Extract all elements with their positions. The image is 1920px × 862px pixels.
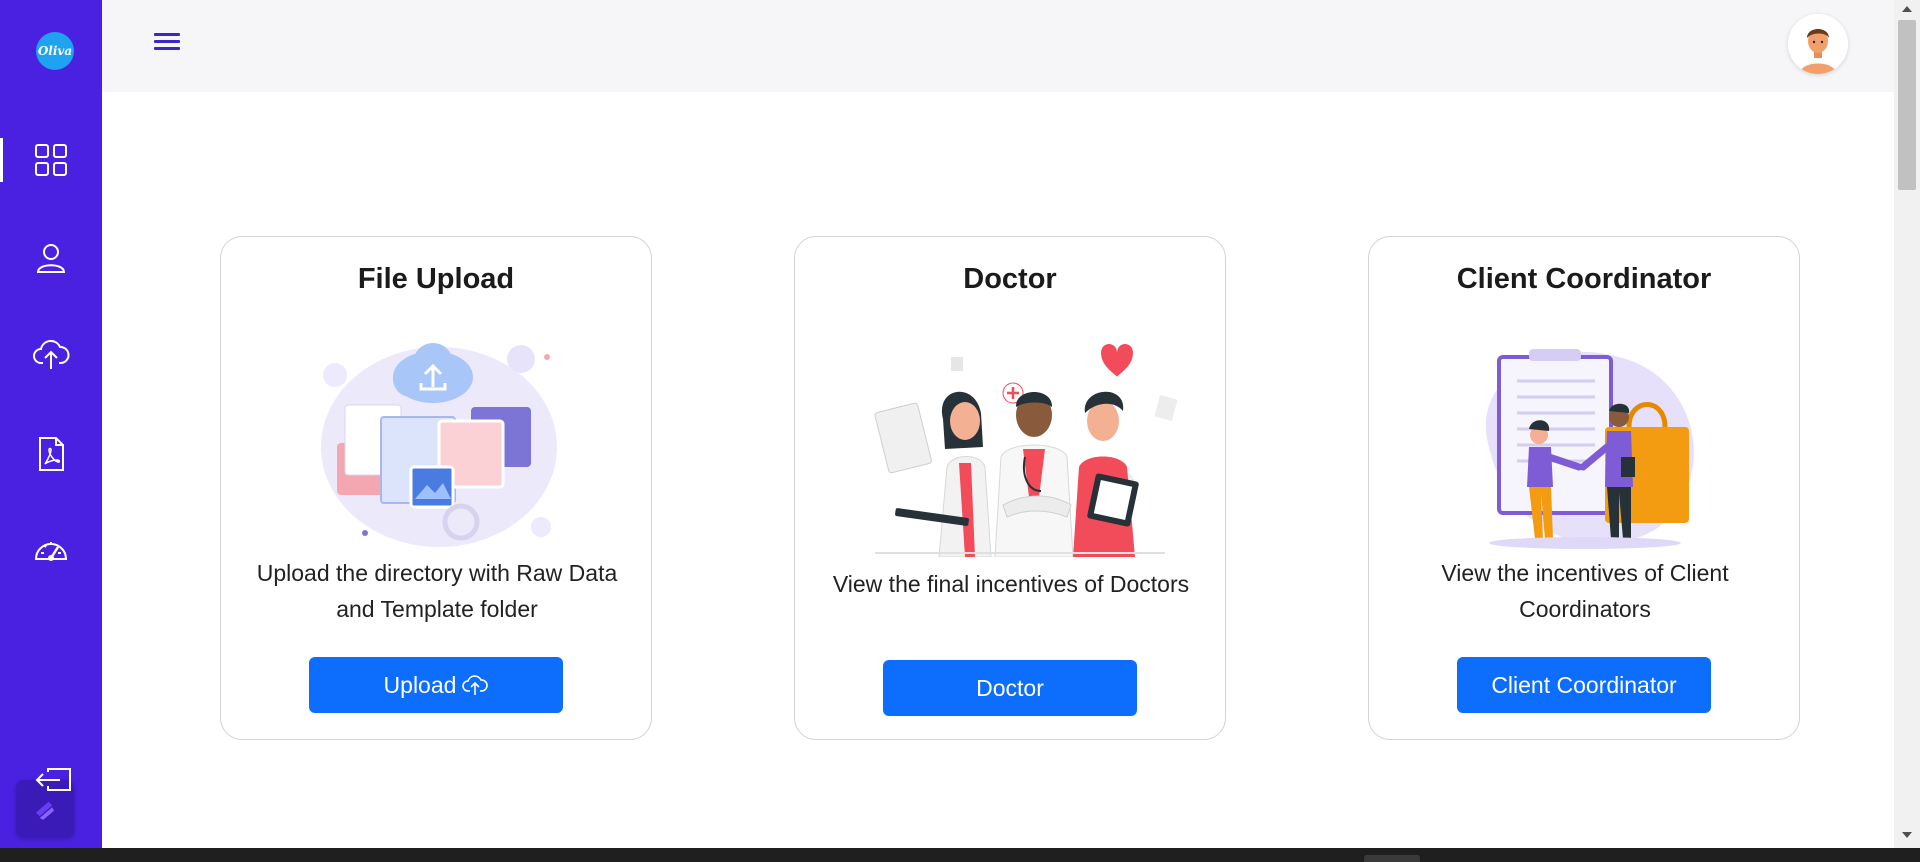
app-root: Oliva File Upload Upload the directory w…: [0, 0, 1920, 862]
doctor-button-label: Doctor: [976, 674, 1044, 701]
doctors-team-illustration: [874, 344, 1178, 557]
logo-text: Oliva: [37, 44, 73, 58]
taskbar: [0, 848, 1920, 862]
card-title: Doctor: [963, 263, 1057, 295]
user-avatar-icon: [1788, 14, 1848, 74]
upload-button-label: Upload: [383, 671, 457, 698]
card-description: Upload the directory with Raw Data and T…: [256, 560, 618, 622]
card-description: View the incentives of Client Coordinato…: [1441, 560, 1729, 622]
speedometer-icon: [34, 542, 68, 561]
vertical-scrollbar[interactable]: [1894, 0, 1920, 848]
sidebar-item-performance[interactable]: [0, 520, 102, 580]
cloud-upload-icon: [33, 339, 70, 369]
sidebar-item-profile[interactable]: [0, 228, 102, 288]
doctor-button[interactable]: Doctor: [883, 660, 1137, 716]
scroll-down-arrow-icon[interactable]: [1902, 832, 1912, 838]
sidebar-item-dashboard[interactable]: [0, 130, 102, 190]
user-avatar[interactable]: [1788, 14, 1848, 74]
scroll-up-arrow-icon[interactable]: [1902, 6, 1912, 12]
file-upload-card: File Upload Upload the directory with Ra…: [220, 236, 652, 740]
card-title: Client Coordinator: [1456, 263, 1712, 295]
card-description: View the final incentives of Doctors: [832, 571, 1190, 597]
client-coordinator-card: Client Coordinator View the incentives o…: [1368, 236, 1800, 740]
hamburger-menu-icon[interactable]: [154, 30, 182, 54]
sidebar-item-pdf[interactable]: [0, 424, 102, 484]
pdf-document-icon: [39, 437, 64, 471]
folders-cloud-upload-illustration: [321, 343, 557, 547]
handshake-clipboard-illustration: [1485, 349, 1694, 549]
card-title: File Upload: [357, 263, 515, 295]
client-coordinator-button[interactable]: Client Coordinator: [1457, 657, 1711, 713]
cloud-upload-icon: [462, 675, 489, 695]
user-icon: [36, 244, 66, 273]
oliva-logo[interactable]: Oliva: [36, 32, 74, 70]
top-header: [102, 0, 1894, 92]
taskbar-item[interactable]: [1364, 855, 1420, 862]
logout-icon[interactable]: [32, 766, 74, 802]
scroll-thumb[interactable]: [1898, 20, 1916, 190]
sidebar-item-upload[interactable]: [0, 324, 102, 384]
sidebar: Oliva: [0, 0, 102, 848]
upload-button[interactable]: Upload: [309, 657, 563, 713]
dashboard-grid-icon: [35, 144, 67, 176]
doctor-card: Doctor View the final incentives of Doct…: [794, 236, 1226, 740]
client-coordinator-button-label: Client Coordinator: [1491, 671, 1677, 698]
